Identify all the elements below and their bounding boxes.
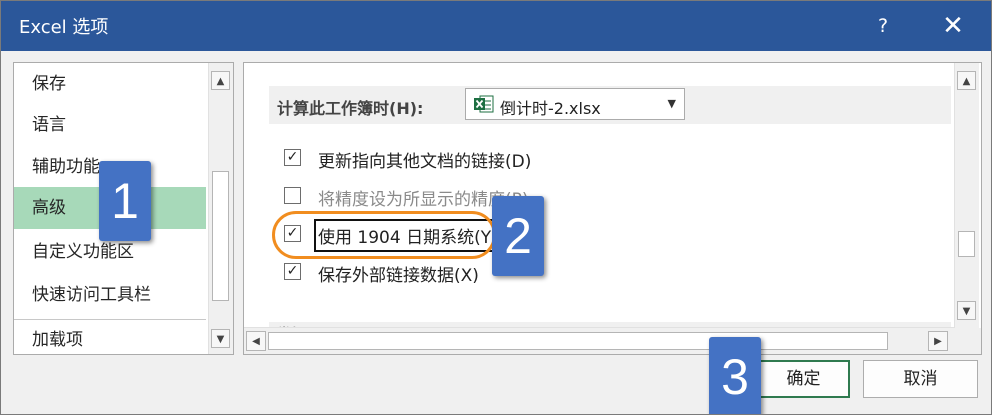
workbook-select[interactable]: 倒计时-2.xlsx ▼ <box>465 88 685 120</box>
excel-file-icon <box>474 95 494 113</box>
nav-vertical-scrollbar[interactable]: ▲ ▼ <box>208 63 233 354</box>
nav-item-save[interactable]: 保存 <box>14 63 206 105</box>
highlight-ring <box>272 211 496 259</box>
ok-button[interactable]: 确定 <box>757 360 850 398</box>
options-vertical-scrollbar[interactable]: ▲ ▼ <box>954 63 979 328</box>
workbook-select-value: 倒计时-2.xlsx <box>500 99 601 118</box>
step-callout-1: 1 <box>99 161 151 241</box>
dialog-title: Excel 选项 <box>19 17 109 38</box>
section-header: 计算此工作簿时(H): 倒计时-2.xlsx ▼ <box>269 86 951 124</box>
scroll-down-arrow-icon[interactable]: ▼ <box>957 301 976 320</box>
section-label: 计算此工作簿时(H): <box>277 99 424 118</box>
options-scroll-thumb[interactable] <box>958 231 975 257</box>
step-callout-3: 3 <box>709 337 761 414</box>
checkbox-save-external-link-data[interactable]: ✓ <box>284 263 301 280</box>
options-scroll-area: 计算此工作簿时(H): 倒计时-2.xlsx ▼ ✓ 更新指向其他文档的链接(D… <box>244 63 954 328</box>
nav-scroll-thumb[interactable] <box>212 171 229 301</box>
cancel-button[interactable]: 取消 <box>863 360 978 398</box>
checkbox-update-links[interactable]: ✓ <box>284 149 301 166</box>
checkbox-precision-as-displayed[interactable] <box>284 187 301 204</box>
title-bar: Excel 选项 ? ✕ <box>1 1 991 51</box>
scroll-left-arrow-icon[interactable]: ◀ <box>246 331 266 351</box>
scroll-right-arrow-icon[interactable]: ▶ <box>928 331 948 351</box>
scroll-down-arrow-icon[interactable]: ▼ <box>211 329 230 348</box>
options-horizontal-scrollbar[interactable]: ◀ ▶ <box>244 327 954 354</box>
scrollbar-corner <box>954 328 981 354</box>
options-hscroll-thumb[interactable] <box>268 332 888 350</box>
excel-options-dialog: Excel 选项 ? ✕ 保存 语言 辅助功能 高级 自定义功能区 快速访问工具… <box>0 0 992 415</box>
option-label: 保存外部链接数据(X) <box>318 266 479 286</box>
chevron-down-icon[interactable]: ▼ <box>668 97 676 110</box>
advanced-options-panel: 计算此工作簿时(H): 倒计时-2.xlsx ▼ ✓ 更新指向其他文档的链接(D… <box>243 62 982 355</box>
close-button[interactable]: ✕ <box>929 7 977 45</box>
scroll-up-arrow-icon[interactable]: ▲ <box>957 71 976 90</box>
option-label: 更新指向其他文档的链接(D) <box>318 152 532 172</box>
scroll-up-arrow-icon[interactable]: ▲ <box>211 71 230 90</box>
step-callout-2: 2 <box>492 196 544 276</box>
nav-item-language[interactable]: 语言 <box>14 104 206 146</box>
help-button[interactable]: ? <box>861 7 905 45</box>
nav-item-quick-access-toolbar[interactable]: 快速访问工具栏 <box>14 274 206 316</box>
nav-item-add-ins[interactable]: 加载项 <box>14 319 206 354</box>
